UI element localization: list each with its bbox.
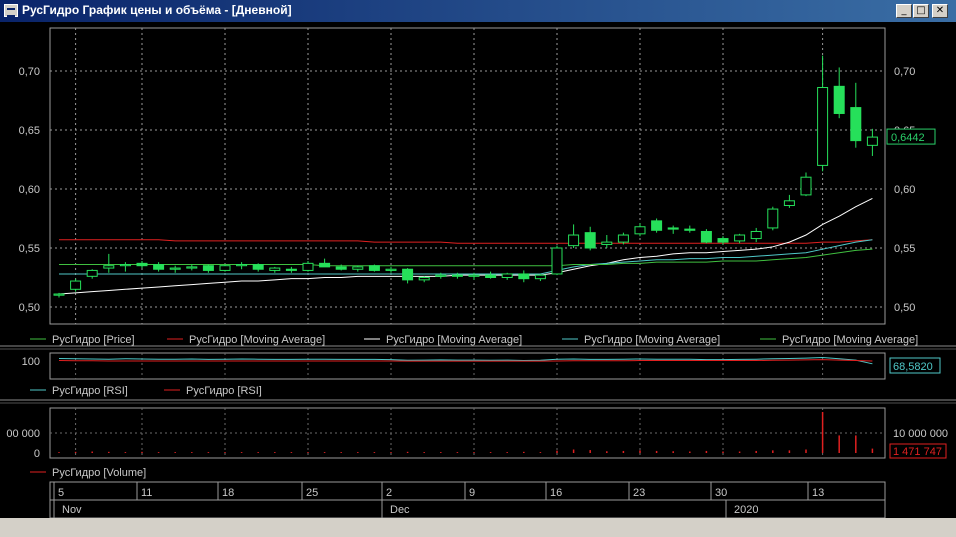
candle [86,269,98,277]
candle [866,136,878,146]
day-label: 18 [222,487,234,499]
candle [186,266,198,269]
day-label: 2 [386,487,392,499]
candle [202,265,214,271]
candle [485,274,497,279]
candle [817,87,829,166]
day-label: 23 [633,487,645,499]
candle [153,264,165,270]
candle [319,262,331,268]
candle [534,274,546,280]
candle [783,200,795,207]
candle [269,267,281,271]
app-icon[interactable] [4,4,18,17]
title-bar: РусГидро График цены и объёма - [Дневной… [0,0,956,22]
legend-entry: РусГидро [Moving Average] [189,334,325,346]
price-tick-label-right: 0,55 [894,243,915,255]
day-label: 11 [141,487,152,499]
legend-entry: РусГидро [Moving Average] [386,334,522,346]
candle [501,273,513,278]
legend-entry: РусГидро [RSI] [186,385,262,397]
candle [734,234,746,242]
candle [335,266,347,270]
candle [700,230,712,243]
price-tick-label-left: 0,50 [19,302,40,314]
horizontal-scrollbar[interactable] [0,518,956,537]
month-label: Nov [62,504,82,516]
legend-entry: РусГидро [Moving Average] [584,334,720,346]
price-tick-label-left: 0,60 [19,184,40,196]
minimize-button[interactable]: _ [896,4,912,18]
candle [302,262,314,271]
legend-entry: РусГидро [Moving Average] [782,334,918,346]
candle [418,277,430,281]
candle [684,228,696,231]
candle [352,266,364,270]
chart-area[interactable]: 0,500,500,550,550,600,600,650,650,700,70… [0,22,956,518]
candle [119,264,131,267]
candle [750,230,762,240]
candle [468,274,480,277]
candle [850,107,862,142]
legend-entry: РусГидро [Price] [52,334,135,346]
day-label: 9 [469,487,475,499]
candle [451,274,463,277]
candle [70,280,82,290]
day-label: 5 [58,487,64,499]
candle [368,265,380,271]
candle [601,241,613,245]
rsi-value-label: 68,5820 [893,361,933,373]
close-button[interactable]: ✕ [932,4,948,18]
candle [617,234,629,243]
candle [53,293,65,296]
month-label: 2020 [734,504,758,516]
candle [169,267,181,270]
last-price-label: 0,6442 [891,132,925,144]
day-label: 30 [715,487,727,499]
candle [103,265,115,269]
candle [252,264,264,270]
candle [717,238,729,243]
volume-value-label: 1 471 747 [893,446,942,458]
rsi-panel [49,352,886,380]
price-tick-label-left: 0,65 [19,125,40,137]
price-panel [49,27,886,325]
volume-tick-label-left: 0 [34,448,40,460]
candle [651,220,663,231]
price-tick-label-left: 0,70 [19,66,40,78]
candle [833,85,845,114]
candle [219,265,231,271]
candle [667,227,679,230]
month-label: Dec [390,504,410,516]
day-label: 13 [812,487,824,499]
candle [767,208,779,229]
legend-entry: РусГидро [Volume] [52,467,146,479]
day-label: 25 [306,487,318,499]
rsi-tick-label: 100 [22,356,40,368]
price-tick-label-right: 0,60 [894,184,915,196]
candle [800,176,812,196]
legend-entry: РусГидро [RSI] [52,385,128,397]
candle [136,262,148,267]
candle [385,268,397,271]
day-label: 16 [550,487,562,499]
price-tick-label-left: 0,55 [19,243,40,255]
candle [634,226,646,235]
candle [518,273,530,280]
price-tick-label-right: 0,50 [894,302,915,314]
maximize-button[interactable]: □ [913,4,929,18]
window-title: РусГидро График цены и объёма - [Дневной… [22,3,292,17]
volume-tick-label-left: 00 000 [6,428,40,440]
candle [435,274,447,277]
candle [285,268,297,271]
candle [584,232,596,249]
candle [236,264,248,267]
candle [568,234,580,247]
candle [402,268,414,281]
price-tick-label-right: 0,70 [894,66,915,78]
candle [551,247,563,275]
volume-tick-label-right: 10 000 000 [893,428,948,440]
